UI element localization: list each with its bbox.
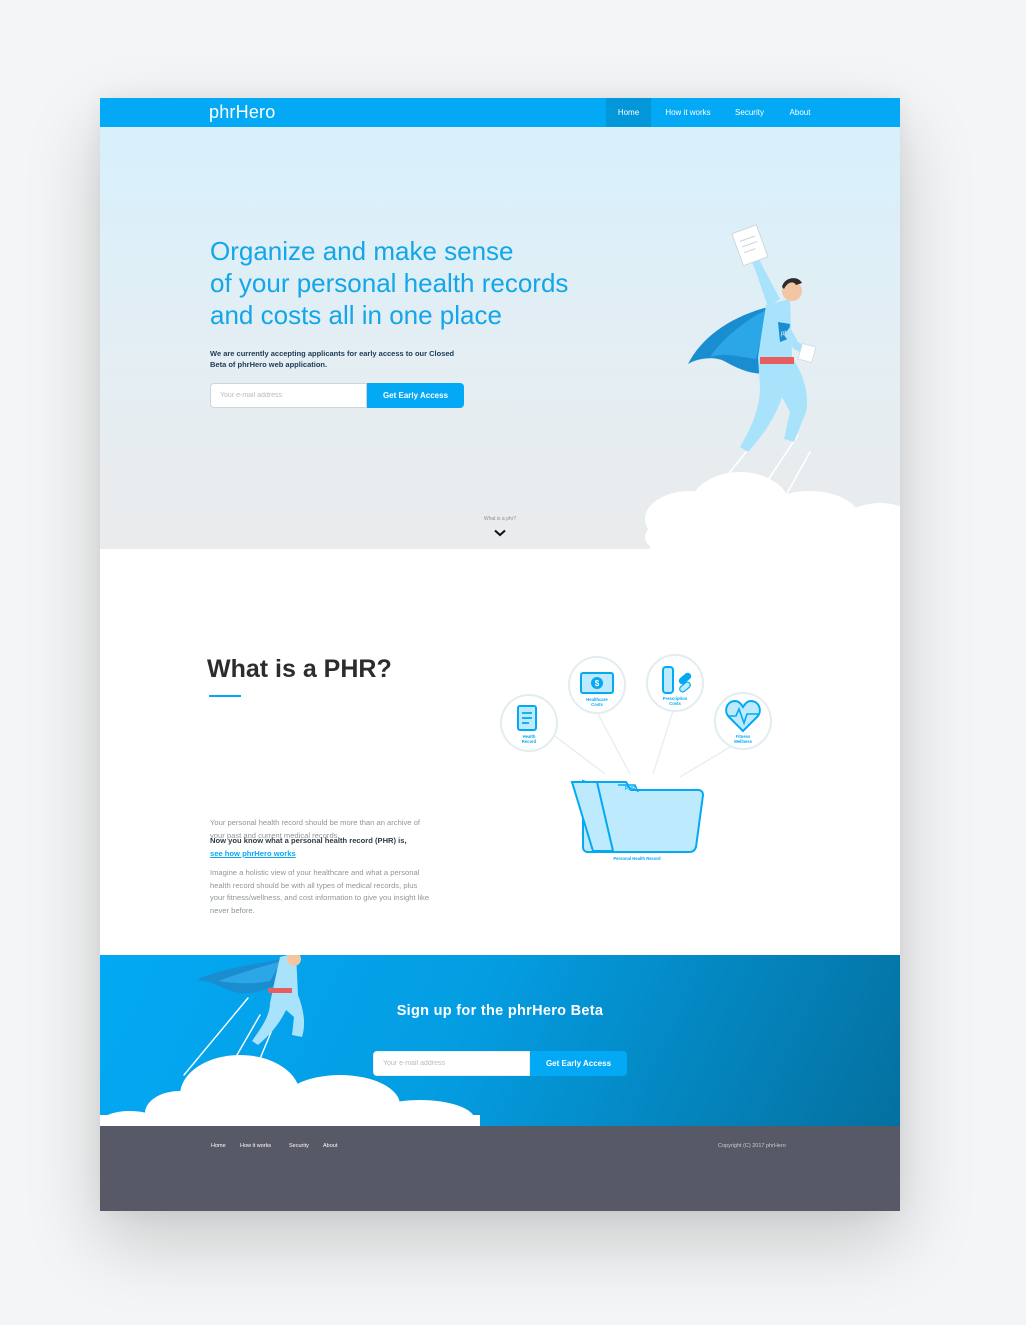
signup-email-input[interactable] [373, 1051, 530, 1076]
logo[interactable]: phrHero [209, 102, 275, 123]
hero-headline-line: of your personal health records [210, 268, 569, 298]
superhero-illustration: phr [645, 224, 900, 549]
top-nav: phrHero Home How it works Security About [100, 98, 900, 127]
svg-text:$: $ [595, 679, 600, 688]
phr-diagram: Health Record $ Healthcare Costs Prescri… [500, 654, 772, 861]
nav-item-security[interactable]: Security [727, 98, 772, 127]
bubble-label: Costs [669, 701, 681, 706]
chevron-down-icon[interactable] [493, 529, 507, 537]
bubble-fitness-wellness: Fitness Wellness [714, 692, 772, 750]
footer-link-about[interactable]: About [323, 1143, 337, 1149]
bubble-label: Record [522, 739, 537, 744]
hero-subtext: We are currently accepting applicants fo… [210, 349, 455, 369]
bubble-prescription-costs: Prescription Costs [646, 654, 704, 712]
footer-link-how-it-works[interactable]: How it works [240, 1143, 271, 1149]
scroll-hint-label[interactable]: What is a phr? [470, 516, 530, 522]
footer: Home How it works Security About Copyrig… [100, 1126, 900, 1211]
folder-tab-label: PHR [625, 786, 636, 792]
how-it-works-prompt: Now you know what a personal health reco… [210, 835, 470, 860]
health-record-icon [517, 705, 537, 731]
phr-folder-icon: PHR Personal Health Record [570, 779, 705, 861]
section-title: What is a PHR? [207, 655, 392, 683]
hero-headline-line: Organize and make sense [210, 236, 514, 266]
bubble-healthcare-costs: $ Healthcare Costs [568, 656, 626, 714]
detail-paragraph: Imagine a holistic view of your healthca… [210, 868, 430, 915]
signup-section: Sign up for the phrHero Beta Get Early A… [100, 955, 900, 1126]
hero-headline: Organize and make sense of your personal… [210, 235, 610, 331]
what-is-phr-section: What is a PHR? Your personal health reco… [100, 549, 900, 955]
footer-link-security[interactable]: Security [289, 1143, 309, 1149]
hero-headline-line: and costs all in one place [210, 300, 502, 330]
bubble-health-record: Health Record [500, 694, 558, 752]
hero-email-input[interactable] [210, 383, 367, 408]
hero-section: Organize and make sense of your personal… [100, 127, 900, 549]
signup-illustration [100, 955, 480, 1126]
nav-item-home[interactable]: Home [606, 98, 651, 127]
nav-item-about[interactable]: About [779, 98, 821, 127]
nav-item-how-it-works[interactable]: How it works [657, 98, 719, 127]
signup-title: Sign up for the phrHero Beta [396, 1003, 604, 1019]
footer-link-home[interactable]: Home [211, 1143, 226, 1149]
healthcare-costs-icon: $ [580, 672, 614, 694]
copyright-text: Copyright (C) 2017 phrHero [718, 1143, 786, 1149]
bubble-label: Wellness [734, 739, 753, 744]
page: phrHero Home How it works Security About… [100, 98, 900, 1211]
signup-get-early-access-button[interactable]: Get Early Access [530, 1051, 627, 1076]
bubble-label: Costs [591, 702, 603, 707]
prompt-text: Now you know what a personal health reco… [210, 836, 407, 845]
title-underline [209, 695, 241, 697]
see-how-link[interactable]: see how phrHero works [210, 848, 470, 861]
folder-label: Personal Health Record [613, 856, 661, 861]
hero-get-early-access-button[interactable]: Get Early Access [367, 383, 464, 408]
